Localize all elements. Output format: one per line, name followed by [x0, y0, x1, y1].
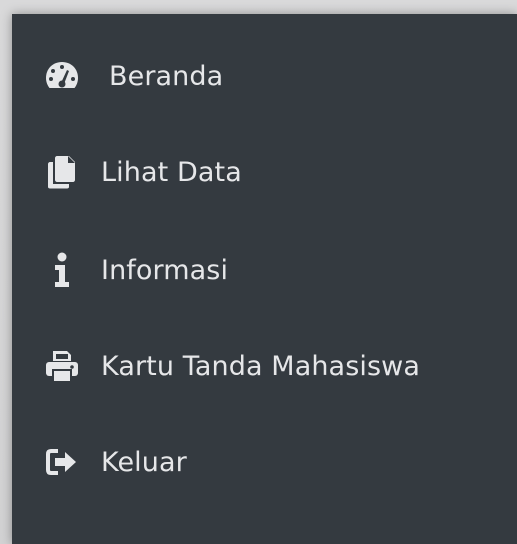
sidebar-item-informasi[interactable]: Informasi [12, 240, 517, 300]
sidebar-item-lihat-data[interactable]: Lihat Data [12, 142, 517, 202]
page-background: Beranda Lihat Data Informasi Kartu Tanda… [0, 0, 517, 544]
info-icon [42, 250, 82, 290]
copy-files-icon [42, 152, 82, 192]
sidebar-item-label: Keluar [101, 446, 187, 478]
sidebar-item-label: Informasi [101, 254, 229, 286]
dashboard-gauge-icon [42, 56, 82, 96]
sidebar-item-label: Lihat Data [101, 156, 242, 188]
sidebar-item-label: Kartu Tanda Mahasiswa [101, 350, 420, 382]
sidebar-item-keluar[interactable]: Keluar [12, 432, 517, 492]
sidebar-item-label: Beranda [109, 60, 224, 92]
sidebar-menu: Beranda Lihat Data Informasi Kartu Tanda… [12, 14, 517, 544]
sidebar-item-beranda[interactable]: Beranda [12, 46, 517, 106]
sidebar-item-kartu-tanda-mahasiswa[interactable]: Kartu Tanda Mahasiswa [12, 336, 517, 396]
sign-out-icon [42, 442, 82, 482]
print-icon [42, 346, 82, 386]
